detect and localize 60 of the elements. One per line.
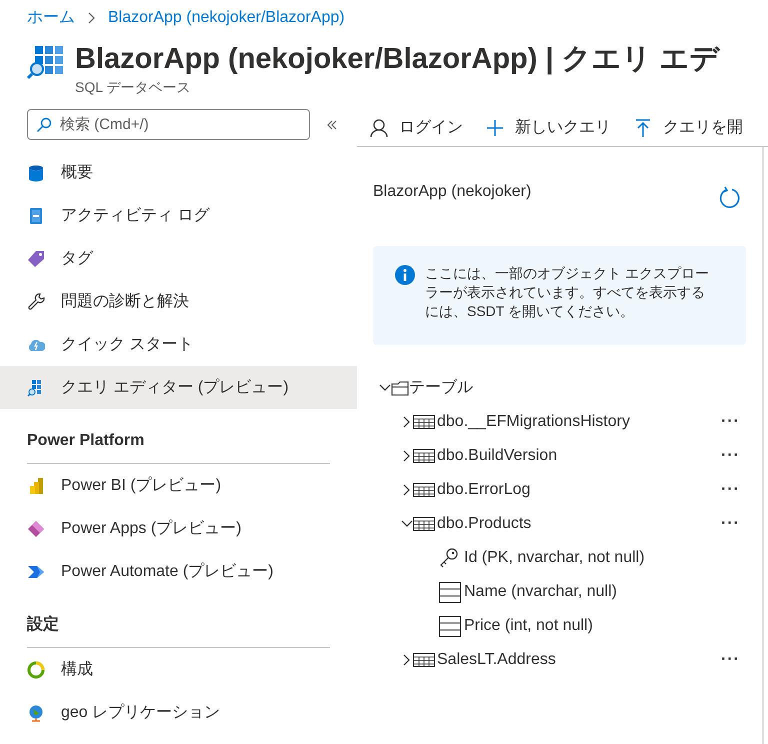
- search-icon: [36, 117, 52, 133]
- toolbar-button[interactable]: クエリを開: [633, 116, 743, 140]
- query-editor-icon: [27, 44, 63, 80]
- tree-label[interactable]: SalesLT.Address: [437, 648, 722, 672]
- nav-item[interactable]: Power Automate (プレビュー): [0, 550, 357, 593]
- table-icon: [413, 516, 435, 532]
- table-icon: [413, 448, 435, 464]
- tree-label[interactable]: Name (nvarchar, null): [464, 580, 617, 604]
- nav-item[interactable]: クイック スタート: [0, 323, 357, 366]
- tree-label[interactable]: dbo.__EFMigrationsHistory: [437, 410, 722, 434]
- tree-label[interactable]: dbo.BuildVersion: [437, 444, 722, 468]
- upload-icon: [633, 118, 653, 138]
- nav-item[interactable]: Power Apps (プレビュー): [0, 507, 357, 550]
- table-icon: [413, 482, 435, 498]
- tag-icon: [27, 250, 45, 268]
- nav-item[interactable]: タグ: [0, 237, 357, 280]
- tree-label[interactable]: dbo.ErrorLog: [437, 478, 722, 502]
- toolbar-button[interactable]: 新しいクエリ: [485, 116, 611, 140]
- nav-item[interactable]: geo レプリケーション: [0, 691, 357, 734]
- tree-label[interactable]: dbo.Products: [437, 512, 722, 536]
- info-icon: [395, 265, 415, 285]
- diamond-icon: [27, 520, 45, 538]
- nav-item[interactable]: 概要: [0, 151, 357, 194]
- toolbar-button[interactable]: ログイン: [369, 116, 463, 140]
- globe-icon: [27, 704, 45, 722]
- explorer-title: BlazorApp (nekojoker): [373, 182, 532, 202]
- more-button[interactable]: ···: [721, 444, 740, 468]
- nav-item[interactable]: クエリ エディター (プレビュー): [0, 366, 357, 409]
- search-field[interactable]: 検索 (Cmd+/): [27, 109, 310, 140]
- wrench-icon: [27, 292, 45, 310]
- more-button[interactable]: ···: [721, 648, 740, 672]
- nav-item[interactable]: アクティビティ ログ: [0, 194, 357, 237]
- tree-label[interactable]: Id (PK, nvarchar, not null): [464, 546, 645, 570]
- nav-item[interactable]: 問題の診断と解決: [0, 280, 357, 323]
- more-button[interactable]: ···: [721, 478, 740, 502]
- more-button[interactable]: ···: [721, 512, 740, 536]
- ring-icon: [27, 660, 45, 678]
- folder-icon: [391, 380, 409, 396]
- section-heading: Power Platform: [27, 429, 330, 464]
- tree-label[interactable]: Price (int, not null): [464, 614, 593, 638]
- info-message: ここには、一部のオブジェクト エクスプローラーが表示されています。すべてを表示するには、SSDT を開いてください。: [425, 264, 710, 321]
- database-icon: [27, 164, 45, 182]
- person-icon: [369, 118, 389, 138]
- section-heading: 設定: [27, 613, 330, 648]
- page-subtitle: SQL データベース: [75, 78, 192, 96]
- page-title: BlazorApp (nekojoker/BlazorApp) | クエリ エデ: [75, 42, 720, 77]
- nav-item[interactable]: 構成: [0, 648, 357, 691]
- table-icon: [413, 652, 435, 668]
- book-icon: [27, 206, 45, 224]
- chevron-icon: [87, 12, 96, 24]
- bar-chart-icon: [27, 476, 45, 494]
- collapse-icon[interactable]: [326, 118, 338, 130]
- breadcrumb-link[interactable]: BlazorApp (nekojoker/BlazorApp): [108, 6, 345, 30]
- table-icon: [413, 414, 435, 430]
- nav-item[interactable]: Power BI (プレビュー): [0, 464, 357, 507]
- more-button[interactable]: ···: [721, 410, 740, 434]
- plus-icon: [485, 118, 505, 138]
- tree-label[interactable]: テーブル: [409, 376, 473, 400]
- refresh-icon[interactable]: [718, 186, 742, 210]
- breadcrumb-link[interactable]: ホーム: [27, 6, 75, 30]
